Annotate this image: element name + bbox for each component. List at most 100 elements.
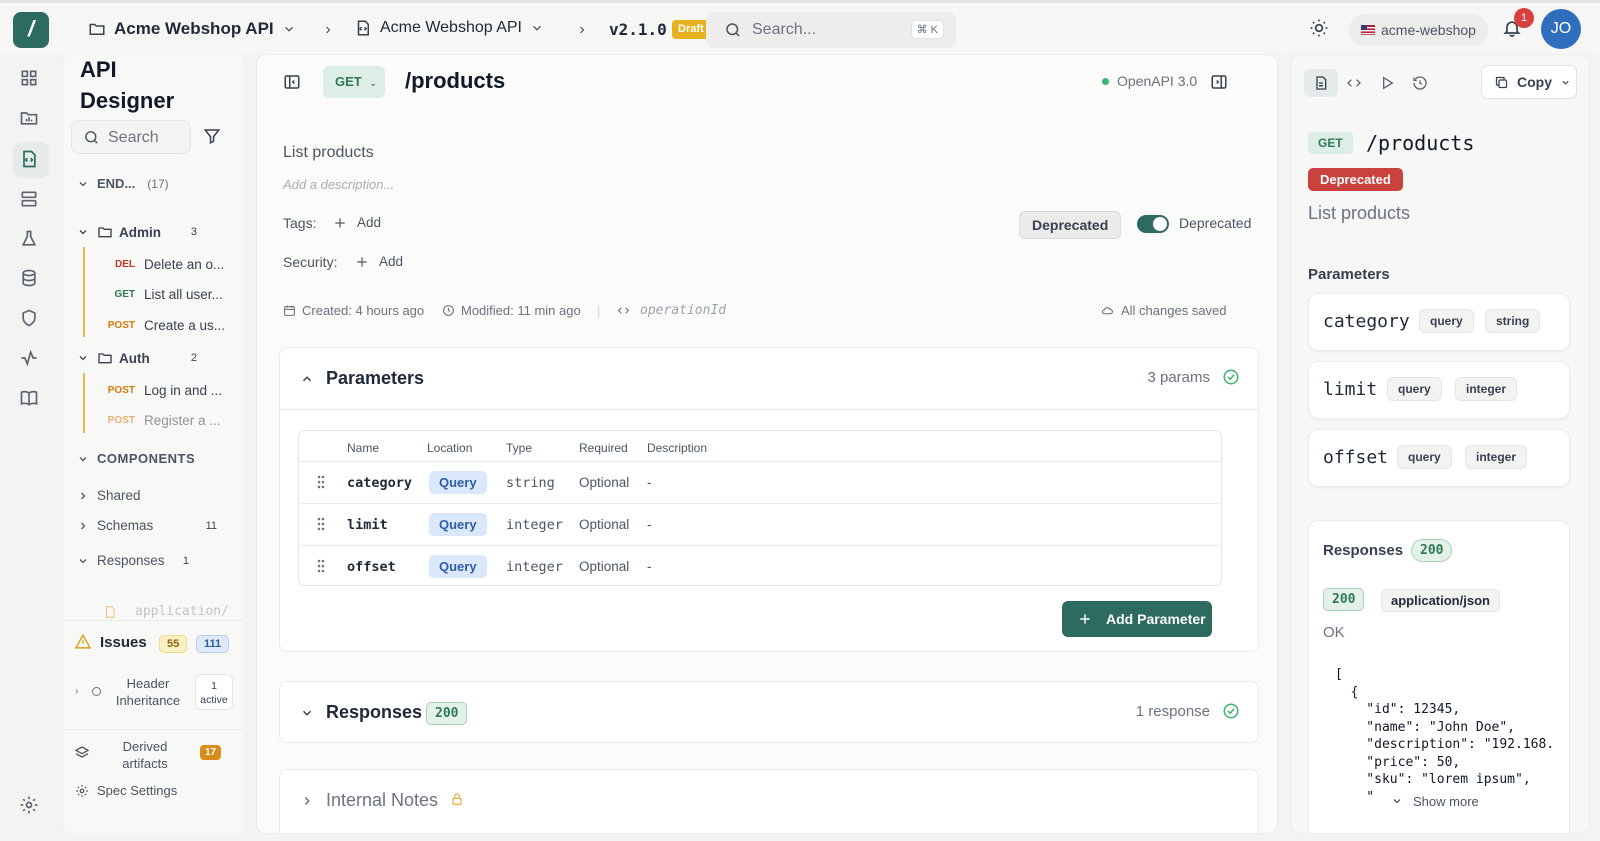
copy-button[interactable]: Copy bbox=[1481, 65, 1577, 99]
history-tab[interactable] bbox=[1403, 69, 1437, 97]
chevron-down-icon bbox=[79, 181, 87, 186]
api-switcher[interactable]: Acme Webshop API bbox=[354, 19, 544, 37]
top-bar: / Acme Webshop API Acme Webshop API v2.1… bbox=[0, 0, 1600, 54]
endpoint-search-input[interactable]: Search bbox=[71, 120, 191, 154]
endpoint-label: List all user... bbox=[144, 287, 223, 302]
param-location: query bbox=[1397, 445, 1452, 469]
responses-card[interactable]: Responses 200 1 response bbox=[279, 681, 1259, 743]
param-type[interactable]: integer bbox=[506, 559, 563, 575]
warning-icon bbox=[74, 633, 92, 650]
method-label: POST bbox=[107, 415, 135, 426]
component-label: Responses bbox=[97, 553, 165, 568]
method-badge: GET bbox=[1308, 132, 1353, 154]
param-type[interactable]: integer bbox=[506, 517, 563, 533]
endpoint-item[interactable]: DEL Delete an o... bbox=[105, 257, 224, 272]
endpoint-item[interactable]: POST Create a us... bbox=[105, 318, 225, 333]
summary-field[interactable]: List products bbox=[283, 144, 374, 162]
folder-chart-icon[interactable] bbox=[19, 108, 43, 132]
column-header: Name bbox=[347, 441, 380, 455]
header-inheritance-row[interactable]: › Header Inheritance 1 active bbox=[63, 668, 243, 718]
endpoint-item[interactable]: GET List all user... bbox=[105, 287, 223, 302]
global-search[interactable]: Search... ⌘ K bbox=[706, 12, 956, 48]
database-icon[interactable] bbox=[19, 268, 43, 292]
toggle-preview-panel-icon[interactable] bbox=[1210, 73, 1228, 91]
param-description[interactable]: - bbox=[647, 517, 652, 532]
param-name: category bbox=[1323, 311, 1410, 332]
drag-handle-icon[interactable] bbox=[317, 475, 325, 489]
table-row[interactable]: offset Query integer Optional - bbox=[299, 545, 1221, 585]
param-type[interactable]: string bbox=[506, 475, 555, 491]
param-location-chip[interactable]: Query bbox=[429, 555, 487, 578]
operation-id-field[interactable]: operationId bbox=[617, 303, 726, 318]
flask-icon[interactable] bbox=[19, 229, 43, 253]
dashboard-icon[interactable] bbox=[19, 68, 43, 92]
table-row[interactable]: limit Query integer Optional - bbox=[299, 503, 1221, 545]
group-admin[interactable]: Admin 3 bbox=[77, 224, 197, 240]
activity-icon[interactable] bbox=[19, 348, 43, 372]
modified-meta: Modified: 11 min ago bbox=[442, 303, 581, 318]
table-row[interactable]: category Query string Optional - bbox=[299, 461, 1221, 503]
deprecated-toggle[interactable] bbox=[1137, 215, 1169, 233]
component-shared[interactable]: Shared bbox=[77, 488, 217, 503]
deprecated-badge: Deprecated bbox=[1308, 168, 1403, 191]
component-responses[interactable]: Responses 1 bbox=[77, 553, 189, 568]
param-description[interactable]: - bbox=[647, 475, 652, 490]
param-required[interactable]: Optional bbox=[579, 559, 629, 574]
group-count: 3 bbox=[190, 226, 197, 238]
param-description[interactable]: - bbox=[647, 559, 652, 574]
param-name[interactable]: limit bbox=[347, 517, 388, 533]
api-designer-icon[interactable] bbox=[19, 149, 43, 173]
docs-view-tab[interactable] bbox=[1304, 69, 1338, 97]
user-avatar[interactable]: JO bbox=[1541, 9, 1581, 49]
filter-icon[interactable] bbox=[203, 127, 221, 145]
add-label: Add bbox=[379, 254, 404, 269]
org-name: acme-webshop bbox=[1381, 22, 1476, 38]
param-location-chip[interactable]: Query bbox=[429, 513, 487, 536]
collapse-sidebar-icon[interactable] bbox=[283, 73, 301, 91]
try-it-tab[interactable] bbox=[1370, 69, 1404, 97]
sun-icon[interactable] bbox=[1309, 18, 1329, 38]
response-component-item[interactable]: application/ bbox=[103, 604, 229, 619]
param-name[interactable]: offset bbox=[347, 559, 396, 575]
add-security-button[interactable]: Add bbox=[355, 254, 403, 269]
param-location-chip[interactable]: Query bbox=[429, 471, 487, 494]
param-name: limit bbox=[1323, 379, 1378, 400]
derived-artifacts-row[interactable]: Derived artifacts 17 bbox=[63, 729, 243, 775]
drag-handle-icon[interactable] bbox=[317, 559, 325, 573]
project-switcher[interactable]: Acme Webshop API bbox=[88, 19, 296, 39]
cloud-icon bbox=[1101, 307, 1113, 315]
param-required[interactable]: Optional bbox=[579, 517, 629, 532]
issues-bar[interactable]: Issues 55 111 bbox=[63, 620, 243, 664]
method-select[interactable]: GET ⌄ bbox=[323, 66, 385, 98]
preview-summary: List products bbox=[1308, 203, 1411, 223]
param-name[interactable]: category bbox=[347, 475, 412, 491]
drag-handle-icon[interactable] bbox=[317, 517, 325, 531]
book-icon[interactable] bbox=[19, 388, 43, 412]
search-icon bbox=[83, 129, 100, 146]
method-label: DEL bbox=[115, 259, 135, 270]
server-icon[interactable] bbox=[19, 189, 43, 213]
add-tag-button[interactable]: Add bbox=[333, 215, 381, 230]
settings-gear-icon[interactable] bbox=[19, 795, 43, 819]
file-icon bbox=[103, 605, 117, 619]
spec-settings-link[interactable]: Spec Settings bbox=[75, 783, 177, 798]
endpoint-item[interactable]: POST Register a ... bbox=[105, 413, 221, 428]
param-required[interactable]: Optional bbox=[579, 475, 629, 490]
preview-path: /products bbox=[1366, 131, 1475, 155]
org-switcher[interactable]: acme-webshop bbox=[1349, 14, 1488, 46]
endpoint-item[interactable]: POST Log in and ... bbox=[105, 383, 222, 398]
components-section-toggle[interactable]: COMPONENTS bbox=[77, 451, 195, 466]
code-view-tab[interactable] bbox=[1337, 69, 1371, 97]
add-parameter-button[interactable]: Add Parameter bbox=[1062, 601, 1212, 637]
version-label[interactable]: v2.1.0 bbox=[609, 20, 667, 39]
group-auth[interactable]: Auth 2 bbox=[77, 350, 197, 366]
endpoint-path[interactable]: /products bbox=[405, 68, 505, 94]
description-field[interactable]: Add a description... bbox=[283, 177, 394, 192]
shield-icon[interactable] bbox=[19, 308, 43, 332]
parameters-header[interactable]: Parameters 3 params bbox=[280, 348, 1258, 410]
component-schemas[interactable]: Schemas 11 bbox=[77, 518, 217, 533]
internal-notes-card[interactable]: Internal Notes bbox=[279, 769, 1259, 833]
show-more-button[interactable]: Show more bbox=[1377, 786, 1507, 816]
endpoints-section-toggle[interactable]: END... (17) bbox=[77, 176, 169, 191]
app-logo[interactable]: / bbox=[13, 12, 49, 48]
